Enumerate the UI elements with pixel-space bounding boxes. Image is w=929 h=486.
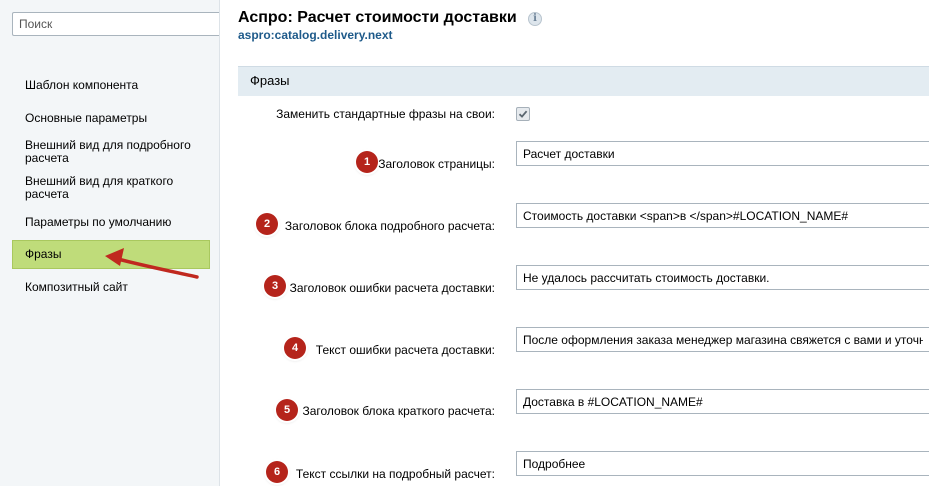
field-label: Заголовок блока краткого расчета: xyxy=(302,404,495,418)
detailed-block-title-field[interactable] xyxy=(516,203,929,228)
number-badge: 1 xyxy=(356,151,378,173)
error-text-field[interactable] xyxy=(516,327,929,352)
field-label: Текст ссылки на подробный расчет: xyxy=(295,467,495,481)
field-label: Заголовок ошибки расчета доставки: xyxy=(289,281,495,295)
number-badge: 6 xyxy=(266,461,288,483)
sidebar-item-label: Фразы xyxy=(25,247,62,261)
number-badge: 2 xyxy=(256,213,278,235)
replace-phrases-label: Заменить стандартные фразы на свои: xyxy=(276,107,495,121)
number-badge: 3 xyxy=(264,275,286,297)
sidebar-item-short-view[interactable]: Внешний вид для краткого расчета xyxy=(12,175,210,201)
sidebar-item-basic-parameters[interactable]: Основные параметры xyxy=(12,112,210,125)
page-title: Аспро: Расчет стоимости доставки xyxy=(238,9,517,26)
sidebar-item-default-parameters[interactable]: Параметры по умолчанию xyxy=(12,216,210,229)
sidebar-item-detailed-view[interactable]: Внешний вид для подробного расчета xyxy=(12,139,210,165)
replace-phrases-checkbox[interactable] xyxy=(516,107,530,121)
sidebar-item-phrases[interactable]: Фразы xyxy=(12,240,210,269)
number-badge: 5 xyxy=(276,399,298,421)
sidebar-item-composite-site[interactable]: Композитный сайт xyxy=(12,281,210,294)
checkmark-icon xyxy=(518,110,528,118)
info-icon[interactable]: i xyxy=(528,12,542,26)
page-title-field[interactable] xyxy=(516,141,929,166)
number-badge: 4 xyxy=(284,337,306,359)
short-block-title-field[interactable] xyxy=(516,389,929,414)
section-header: Фразы xyxy=(238,66,929,96)
field-label: Заголовок страницы: xyxy=(378,157,495,171)
field-label: Текст ошибки расчета доставки: xyxy=(315,343,495,357)
sidebar-item-component-template[interactable]: Шаблон компонента xyxy=(12,79,210,92)
detailed-link-text-field[interactable] xyxy=(516,451,929,476)
search-input[interactable] xyxy=(12,12,219,36)
sidebar: Шаблон компонента Основные параметры Вне… xyxy=(0,0,220,486)
field-label: Заголовок блока подробного расчета: xyxy=(284,219,495,233)
component-code: aspro:catalog.delivery.next xyxy=(238,28,393,42)
error-title-field[interactable] xyxy=(516,265,929,290)
